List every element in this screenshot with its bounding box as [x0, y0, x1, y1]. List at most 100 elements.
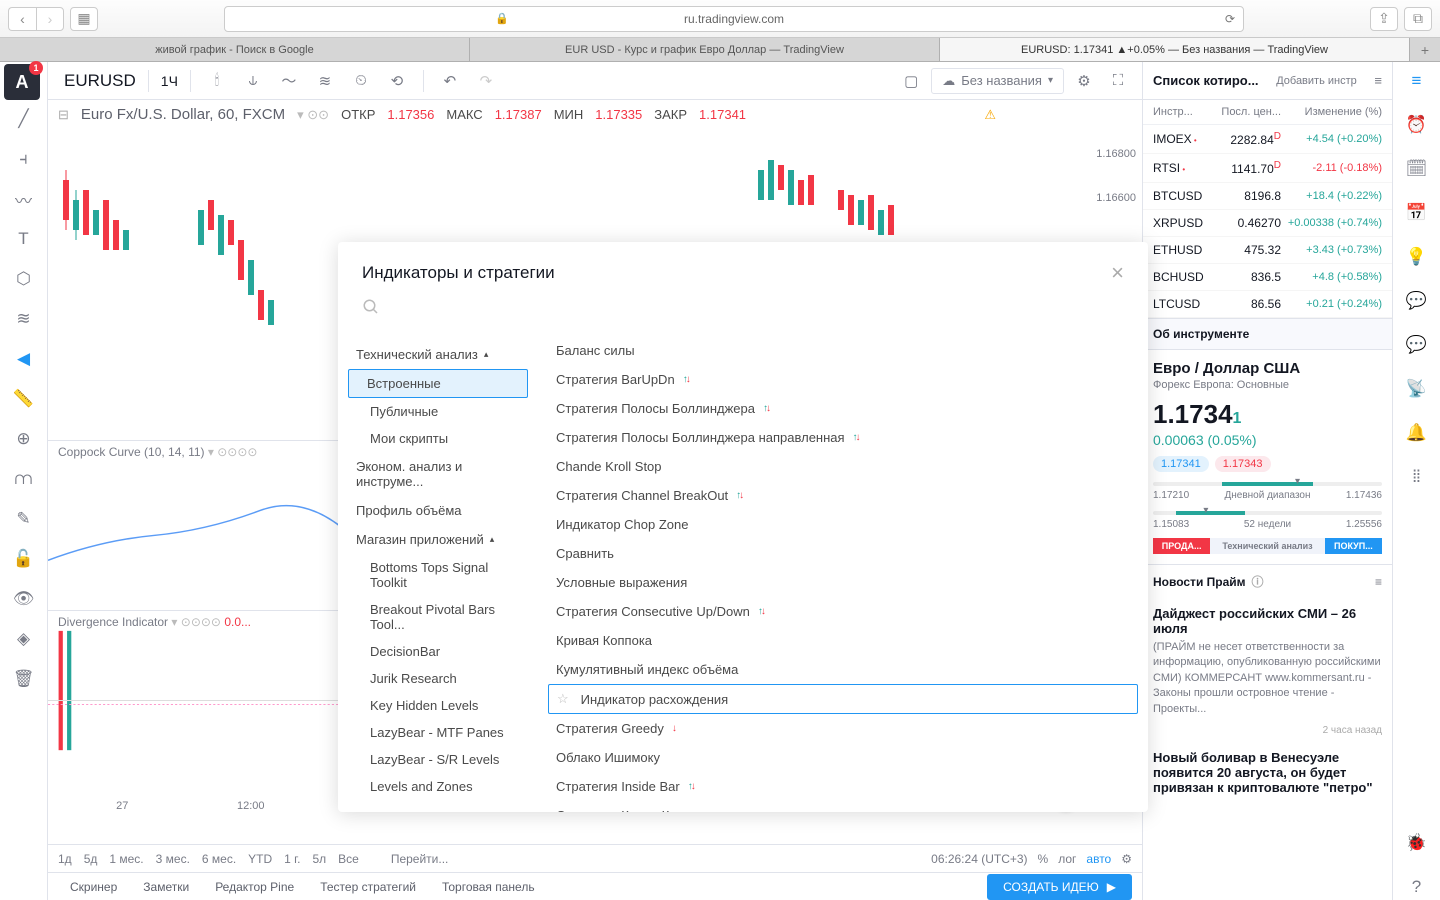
watchlist-menu-icon[interactable]: ≡ — [1374, 73, 1382, 88]
candles-icon[interactable]: 🕯 — [203, 67, 231, 95]
modal-search-input[interactable] — [362, 298, 1124, 316]
private-chat-icon[interactable]: 💬 — [1404, 332, 1430, 358]
brush-icon[interactable]: 〰 — [11, 186, 37, 212]
log-toggle[interactable]: лог — [1058, 852, 1076, 866]
lock-draw-icon[interactable]: ✎ — [11, 506, 37, 532]
calendar-icon[interactable]: 📅 — [1404, 200, 1430, 226]
app-3[interactable]: Jurik Research — [338, 665, 538, 692]
unlock-icon[interactable]: 🔓 — [11, 546, 37, 572]
undo-icon[interactable]: ↶ — [436, 67, 464, 95]
about-section-head[interactable]: Об инструменте — [1143, 318, 1392, 350]
indicator-list[interactable]: Баланс силы Стратегия BarUpDn ↑↓Стратеги… — [538, 330, 1148, 812]
line-icon[interactable]: 〜 — [275, 67, 303, 95]
cat-appstore[interactable]: Магазин приложений ▴ — [338, 525, 538, 554]
forecast-icon[interactable]: ≋ — [11, 306, 37, 332]
alerts-icon[interactable]: ⏰ — [1404, 112, 1430, 138]
app-7[interactable]: Levels and Zones — [338, 773, 538, 800]
indicator-item[interactable]: Облако Ишимоку — [538, 743, 1148, 772]
indicator-item[interactable]: Стратегия BarUpDn ↑↓ — [538, 365, 1148, 394]
layout-name[interactable]: ☁Без названия▾ — [931, 68, 1064, 94]
indicator-item[interactable]: Стратегия Greedy ↓ — [538, 714, 1148, 743]
chat-icon[interactable]: 💬 — [1404, 288, 1430, 314]
indicator-item[interactable]: Стратегия Inside Bar ↑↓ — [538, 772, 1148, 801]
left-arrow-icon[interactable]: ◀ — [11, 346, 37, 372]
watchlist-row[interactable]: IMOEX •2282.84D+4.54 (+0.20%) — [1143, 125, 1392, 154]
tab-notes[interactable]: Заметки — [131, 876, 201, 898]
app-logo[interactable]: A1 — [4, 64, 40, 100]
range-6m[interactable]: 6 мес. — [202, 852, 236, 866]
publish-button[interactable]: СОЗДАТЬ ИДЕЮ▶ — [987, 874, 1132, 900]
interval-select[interactable]: 1Ч — [161, 73, 178, 89]
cat-economic[interactable]: Эконом. анализ и инструме... — [338, 452, 538, 496]
watchlist-row[interactable]: LTCUSD 86.56+0.21 (+0.24%) — [1143, 291, 1392, 318]
indicator-item[interactable]: Стратегия Полосы Боллинджера направленна… — [538, 423, 1148, 452]
tab-screener[interactable]: Скринер — [58, 876, 129, 898]
stream-icon[interactable]: 📡 — [1404, 376, 1430, 402]
symbol-name[interactable]: EURUSD — [64, 71, 136, 91]
indicator-item[interactable]: Стратегия Полосы Боллинджера ↑↓ — [538, 394, 1148, 423]
layers-icon[interactable]: ◈ — [11, 626, 37, 652]
subcat-builtin[interactable]: Встроенные — [348, 369, 528, 398]
watchlist-row[interactable]: BCHUSD 836.5+4.8 (+0.58%) — [1143, 264, 1392, 291]
eye-icon[interactable]: 👁 — [11, 586, 37, 612]
range-ytd[interactable]: YTD — [248, 852, 272, 866]
indicator-item[interactable]: Баланс силы — [538, 336, 1148, 365]
ruler-icon[interactable]: 📏 — [11, 386, 37, 412]
axis-settings-icon[interactable]: ⚙ — [1121, 852, 1132, 866]
watchlist-row[interactable]: XRPUSD 0.46270+0.00338 (+0.74%) — [1143, 210, 1392, 237]
replay-icon[interactable]: ⟲ — [383, 67, 411, 95]
app-6[interactable]: LazyBear - S/R Levels — [338, 746, 538, 773]
range-1d[interactable]: 1д — [58, 852, 72, 866]
subcat-public[interactable]: Публичные — [338, 398, 538, 425]
range-all[interactable]: Все — [338, 852, 359, 866]
watchlist-icon[interactable]: ≡ — [1404, 68, 1430, 94]
add-instrument[interactable]: Добавить инстр — [1276, 75, 1357, 87]
alert-icon[interactable]: ⏲ — [347, 67, 375, 95]
news-header[interactable]: Новости Прайм ⓘ≡ — [1143, 564, 1392, 598]
app-1[interactable]: Breakout Pivotal Bars Tool... — [338, 596, 538, 638]
range-5d[interactable]: 5д — [84, 852, 98, 866]
hotlists-icon[interactable]: 🗓 — [1404, 156, 1430, 182]
url-bar[interactable]: 🔒 ru.tradingview.com ⟳ — [224, 6, 1244, 32]
cat-volume[interactable]: Профиль объёма — [338, 496, 538, 525]
pct-toggle[interactable]: % — [1038, 852, 1049, 866]
tabs-button[interactable]: ⧉ — [1404, 7, 1432, 31]
cat-technical[interactable]: Технический анализ ▴ — [338, 340, 538, 369]
indicator-item[interactable]: Кумулятивный индекс объёма — [538, 655, 1148, 684]
redo-icon[interactable]: ↷ — [472, 67, 500, 95]
indicators-icon[interactable]: ≋ — [311, 67, 339, 95]
indicator-item[interactable]: Стратегия Consecutive Up/Down ↑↓ — [538, 597, 1148, 626]
fullscreen-icon[interactable]: ⛶ — [1104, 67, 1132, 95]
pattern-icon[interactable]: ⬡ — [11, 266, 37, 292]
watchlist-row[interactable]: RTSI •1141.70D-2.11 (-0.18%) — [1143, 154, 1392, 183]
tab-2[interactable]: EUR USD - Курс и график Евро Доллар — Tr… — [470, 38, 940, 61]
range-3m[interactable]: 3 мес. — [156, 852, 190, 866]
range-1y[interactable]: 1 г. — [284, 852, 300, 866]
tab-pine[interactable]: Редактор Pine — [203, 876, 306, 898]
indicator-item[interactable]: Стратегия Channel BreakOut ↑↓ — [538, 481, 1148, 510]
pitchfork-icon[interactable]: ⫞ — [11, 146, 37, 172]
tab-tester[interactable]: Тестер стратегий — [308, 876, 428, 898]
goto-button[interactable]: Перейти... — [391, 852, 449, 866]
indicator-item[interactable]: Сравнить — [538, 539, 1148, 568]
auto-toggle[interactable]: авто — [1086, 852, 1111, 866]
modal-close-button[interactable]: × — [1111, 260, 1124, 286]
news-item-2[interactable]: Новый боливар в Венесуэле появится 20 ав… — [1143, 742, 1392, 807]
ideas-icon[interactable]: 💡 — [1404, 244, 1430, 270]
trendline-icon[interactable]: ╱ — [11, 106, 37, 132]
help-icon[interactable]: ? — [1404, 874, 1430, 900]
dom-icon[interactable]: ⦙⦙ — [1404, 464, 1430, 490]
indicator-item[interactable]: Индикатор расхождения — [548, 684, 1138, 714]
trash-icon[interactable]: 🗑 — [11, 666, 37, 692]
text-icon[interactable]: T — [11, 226, 37, 252]
indicator-item[interactable]: Индикатор Chop Zone — [538, 510, 1148, 539]
zoom-icon[interactable]: ⊕ — [11, 426, 37, 452]
sidebar-toggle[interactable]: ▦ — [70, 7, 98, 31]
range-5y[interactable]: 5л — [312, 852, 326, 866]
indicator-item[interactable]: Стратегия Канал Кельтнера ↑↓ — [538, 801, 1148, 812]
tab-trading[interactable]: Торговая панель — [430, 876, 547, 898]
tab-1[interactable]: живой график - Поиск в Google — [0, 38, 470, 61]
settings-icon[interactable]: ⚙ — [1070, 67, 1098, 95]
watchlist-row[interactable]: ETHUSD 475.32+3.43 (+0.73%) — [1143, 237, 1392, 264]
back-button[interactable]: ‹ — [8, 7, 36, 31]
